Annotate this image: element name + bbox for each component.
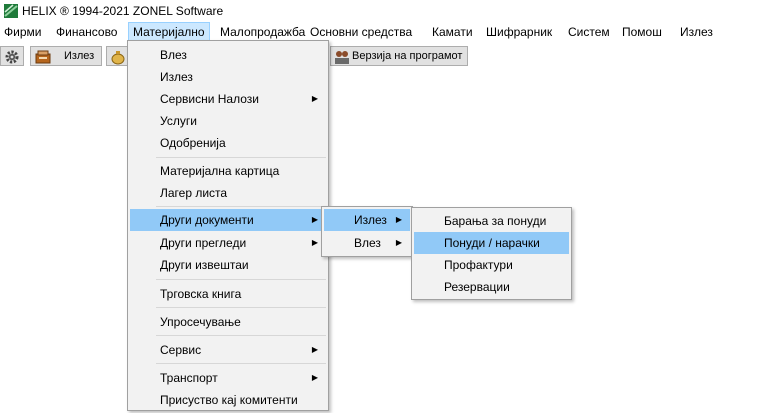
submenu-item-izlez[interactable]: Излез ▶ [324,209,410,231]
submenu-item-baranja-za-ponudi[interactable]: Барања за понуди [414,210,569,232]
menu-sistem[interactable]: Систем [564,22,614,42]
menu-item-drugi-dokumenti[interactable]: Други документи ▶ [130,209,326,231]
menu-materijalno[interactable]: Материјално [128,22,210,42]
menu-item-uprosecuvanje[interactable]: Упросечување [130,311,326,333]
submenu-arrow-icon: ▶ [311,238,318,247]
title-bar: HELIX ® 1994-2021 ZONEL Software [0,0,762,22]
menu-item-trgovska-kniga[interactable]: Трговска книга [130,283,326,305]
menu-separator [156,307,326,308]
menu-separator [156,279,326,280]
cash-register-icon [35,50,51,64]
submenu-arrow-icon: ▶ [311,345,318,354]
izlez-submenu: Барања за понуди Понуди / нарачки Профак… [411,207,572,300]
gear-icon [5,50,19,64]
helix-logo-icon [4,4,18,18]
menu-item-drugi-pregledi[interactable]: Други прегледи ▶ [130,232,326,254]
menu-izlez[interactable]: Излез [676,22,717,42]
window-title: HELIX ® 1994-2021 ZONEL Software [22,4,224,18]
submenu-arrow-icon: ▶ [311,373,318,382]
submenu-item-ponudi-naracki[interactable]: Понуди / нарачки [414,232,569,254]
menu-item-prisustvo-kaj-komitenti[interactable]: Присуство кај комитенти [130,389,326,411]
menu-sifrarnik[interactable]: Шифрарник [482,22,556,42]
toolbar: Излез Верзија на програмот [0,46,762,68]
money-button[interactable] [106,46,128,66]
menu-separator [156,206,326,207]
menu-item-transport[interactable]: Транспорт ▶ [130,367,326,389]
menu-bar: Фирми Финансово Материјално Малопродажба… [0,22,762,42]
menu-item-odobrenija[interactable]: Одобренија [130,132,326,154]
version-info-icon [335,51,349,64]
version-button[interactable]: Верзија на програмот [330,46,468,66]
menu-osnovni-sredstva[interactable]: Основни средства [306,22,416,42]
submenu-item-profakturi[interactable]: Профактури [414,254,569,276]
materijalno-menu: Влез Излез Сервисни Налози ▶ Услуги Одобр… [127,40,329,411]
menu-maloprodazba[interactable]: Малопродажба [216,22,309,42]
submenu-arrow-icon: ▶ [311,94,318,103]
drugi-dokumenti-submenu: Излез ▶ Влез ▶ [321,206,413,257]
submenu-arrow-icon: ▶ [395,215,402,224]
menu-item-vlez[interactable]: Влез [130,44,326,66]
submenu-item-vlez[interactable]: Влез ▶ [324,232,410,254]
exit-button-label: Излез [64,50,95,62]
menu-item-uslugi[interactable]: Услуги [130,110,326,132]
version-button-label: Верзија на програмот [352,50,463,62]
money-bag-icon [111,51,125,65]
menu-item-materijalna-kartica[interactable]: Материјална картица [130,160,326,182]
menu-pomos[interactable]: Помош [618,22,666,42]
exit-button[interactable]: Излез [30,46,102,66]
menu-item-izlez[interactable]: Излез [130,66,326,88]
menu-item-servisni-nalozi[interactable]: Сервисни Налози ▶ [130,88,326,110]
menu-item-lager-lista[interactable]: Лагер листа [130,182,326,204]
menu-firmi[interactable]: Фирми [0,22,45,42]
menu-item-servis[interactable]: Сервис ▶ [130,339,326,361]
submenu-item-rezervacii[interactable]: Резервации [414,276,569,298]
menu-kamati[interactable]: Камати [428,22,477,42]
menu-finansovo[interactable]: Финансово [52,22,121,42]
submenu-arrow-icon: ▶ [311,215,318,224]
menu-item-drugi-izvestai[interactable]: Други извештаи [130,254,326,276]
submenu-arrow-icon: ▶ [395,238,402,247]
menu-separator [156,363,326,364]
menu-separator [156,335,326,336]
settings-button[interactable] [0,46,24,66]
menu-separator [156,157,326,158]
